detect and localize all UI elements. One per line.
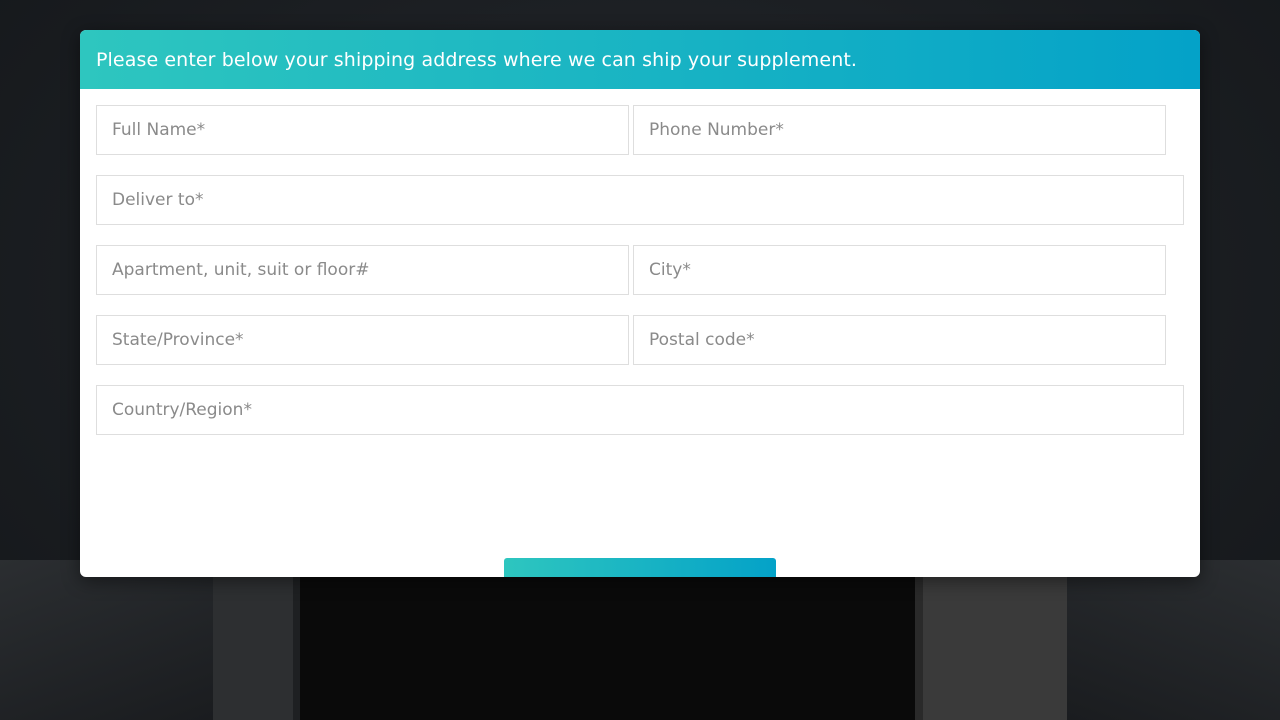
country-region-input[interactable]	[96, 385, 1184, 435]
background-decor-left	[0, 560, 213, 720]
city-input[interactable]	[633, 245, 1166, 295]
full-name-input[interactable]	[96, 105, 629, 155]
background-decor-right	[1067, 560, 1280, 720]
deliver-to-input[interactable]	[96, 175, 1184, 225]
postal-code-input[interactable]	[633, 315, 1166, 365]
background-video-area	[300, 560, 915, 720]
modal-header: Please enter below your shipping address…	[80, 30, 1200, 89]
state-province-input[interactable]	[96, 315, 629, 365]
submit-address-button[interactable]: Submit your address	[504, 558, 776, 577]
shipping-address-modal: Please enter below your shipping address…	[80, 30, 1200, 577]
background-panel-right	[915, 560, 1067, 720]
apartment-input[interactable]	[96, 245, 629, 295]
background-panel-left	[213, 560, 300, 720]
phone-number-input[interactable]	[633, 105, 1166, 155]
modal-title: Please enter below your shipping address…	[96, 48, 858, 71]
